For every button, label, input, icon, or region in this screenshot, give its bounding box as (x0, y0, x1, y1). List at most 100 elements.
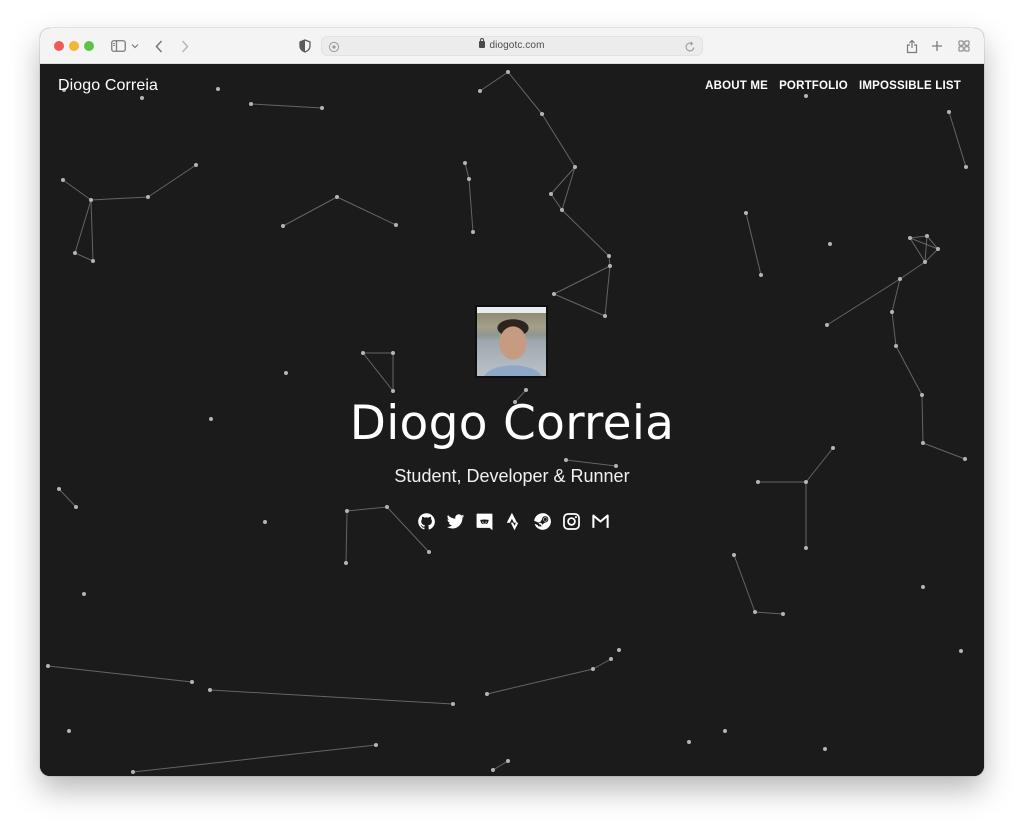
constellation-link (132, 744, 377, 773)
forward-button[interactable] (178, 37, 192, 55)
nav-impossible-list[interactable]: IMPOSSIBLE LIST (859, 80, 961, 92)
constellation-link (592, 658, 612, 670)
star-dot (281, 224, 285, 228)
star-dot (564, 458, 568, 462)
constellation-link (507, 71, 543, 115)
star-dot (478, 89, 482, 93)
instagram-icon (563, 513, 580, 530)
star-dot (46, 664, 50, 668)
star-dot (823, 747, 827, 751)
privacy-report-button[interactable] (298, 37, 312, 55)
star-dot (921, 585, 925, 589)
constellation-link (561, 166, 576, 211)
constellation-link (90, 199, 94, 262)
star-dot (320, 106, 324, 110)
sidebar-toggle-button[interactable] (110, 37, 126, 55)
star-dot (687, 740, 691, 744)
star-dot (61, 178, 65, 182)
hero-name: Diogo Correia (349, 396, 675, 451)
star-dot (804, 94, 808, 98)
new-tab-button[interactable] (930, 37, 944, 55)
site-brand-link[interactable]: Diogo Correia (58, 77, 158, 95)
star-dot (549, 192, 553, 196)
github-link[interactable] (417, 512, 436, 531)
constellation-link (541, 113, 576, 168)
reload-button[interactable] (684, 40, 696, 52)
discord-link[interactable] (475, 512, 494, 531)
star-dot (391, 389, 395, 393)
url-display[interactable]: diogotc.com (322, 38, 702, 51)
constellation-link (58, 488, 77, 508)
share-button[interactable] (905, 37, 919, 55)
star-dot (131, 770, 135, 774)
constellation-link (924, 248, 939, 263)
constellation-link (47, 665, 193, 683)
star-dot (506, 70, 510, 74)
star-dot (608, 264, 612, 268)
star-dot (263, 520, 267, 524)
star-dot (732, 553, 736, 557)
star-dot (609, 657, 613, 661)
star-dot (894, 344, 898, 348)
star-dot (82, 592, 86, 596)
constellation-link (345, 510, 348, 564)
constellation-link (74, 199, 92, 254)
steam-icon (534, 513, 551, 530)
constellation-link (336, 196, 397, 226)
constellation-link (282, 196, 338, 227)
star-dot (451, 702, 455, 706)
gmail-icon (592, 514, 609, 528)
constellation-link (209, 689, 454, 705)
star-dot (936, 247, 940, 251)
constellation-link (74, 252, 94, 262)
steam-link[interactable] (533, 512, 552, 531)
constellation-link (550, 193, 563, 211)
star-dot (607, 254, 611, 258)
constellation-link (492, 760, 509, 771)
constellation-link (899, 261, 926, 280)
url-text: diogotc.com (489, 40, 545, 51)
close-window-button[interactable] (54, 41, 64, 51)
star-dot (394, 223, 398, 227)
star-dot (617, 648, 621, 652)
back-button[interactable] (152, 37, 166, 55)
share-icon (906, 39, 918, 53)
gmail-link[interactable] (591, 512, 610, 531)
chevron-down-icon (131, 44, 139, 49)
address-bar[interactable]: diogotc.com (321, 36, 703, 56)
star-dot (374, 743, 378, 747)
star-dot (603, 314, 607, 318)
star-dot (828, 242, 832, 246)
tab-overview-button[interactable] (957, 37, 971, 55)
star-dot (723, 729, 727, 733)
star-dot (467, 177, 471, 181)
star-dot (947, 110, 951, 114)
twitter-link[interactable] (446, 512, 465, 531)
star-dot (427, 550, 431, 554)
sidebar-icon (110, 40, 126, 52)
star-dot (194, 163, 198, 167)
site-nav: ABOUT ME PORTFOLIO IMPOSSIBLE LIST (705, 80, 961, 92)
browser-window: diogotc.com Diogo Correia ABOUT ME PORTF… (40, 28, 984, 776)
instagram-link[interactable] (562, 512, 581, 531)
constellation-link (362, 352, 394, 392)
tab-grid-icon (958, 40, 970, 52)
star-dot (781, 612, 785, 616)
zoom-window-button[interactable] (84, 41, 94, 51)
avatar (475, 305, 548, 378)
constellation-link (468, 178, 474, 233)
star-dot (491, 768, 495, 772)
nav-portfolio[interactable]: PORTFOLIO (779, 80, 848, 92)
nav-about-me[interactable]: ABOUT ME (705, 80, 768, 92)
star-dot (67, 729, 71, 733)
strava-link[interactable] (504, 512, 523, 531)
constellation-link (553, 293, 606, 317)
constellation-link (604, 265, 611, 317)
strava-icon (506, 512, 519, 531)
constellation-link (754, 611, 784, 615)
minimize-window-button[interactable] (69, 41, 79, 51)
star-dot (925, 234, 929, 238)
star-dot (89, 198, 93, 202)
constellation-link (486, 668, 594, 695)
sidebar-menu-chevron[interactable] (130, 37, 140, 55)
